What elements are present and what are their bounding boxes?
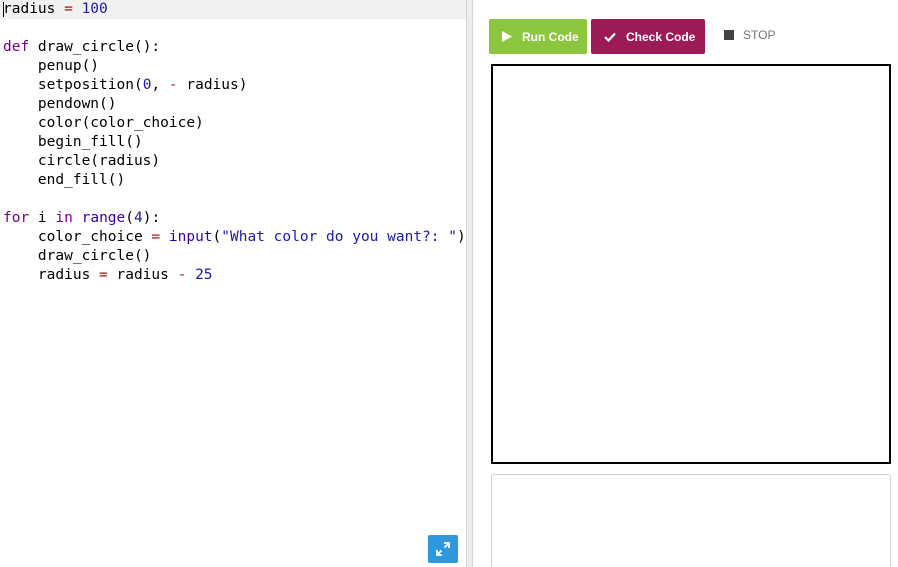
code-area[interactable]: radius = 100 def draw_circle(): penup() … (0, 0, 466, 285)
code-line[interactable] (0, 190, 466, 209)
code-line[interactable]: def draw_circle(): (0, 38, 466, 57)
run-code-button[interactable]: Run Code (489, 19, 587, 54)
stop-button[interactable]: STOP (724, 28, 775, 42)
code-token: begin_fill() (3, 134, 143, 150)
expand-editor-button[interactable] (428, 535, 458, 563)
checkmark-icon (604, 32, 616, 42)
code-line[interactable]: for i in range(4): (0, 209, 466, 228)
output-panel: Run Code Check Code STOP (474, 0, 898, 567)
code-token: ): (142, 210, 161, 226)
app-root: radius = 100 def draw_circle(): penup() … (0, 0, 898, 567)
code-token: 4 (134, 210, 143, 226)
code-editor[interactable]: radius = 100 def draw_circle(): penup() … (0, 0, 466, 567)
code-line[interactable]: draw_circle() (0, 247, 466, 266)
code-line[interactable]: radius = 100 (0, 0, 466, 19)
code-token: range (81, 210, 126, 226)
code-token: - (168, 77, 178, 93)
stop-label: STOP (743, 28, 776, 42)
code-token: 100 (81, 1, 108, 17)
play-icon (502, 31, 512, 42)
code-token: radius (107, 267, 178, 283)
code-line[interactable]: color_choice = input("What color do you … (0, 228, 466, 247)
code-token: circle(radius) (3, 153, 161, 169)
code-token: draw_circle(): (29, 39, 161, 55)
code-token: for (3, 210, 30, 226)
check-code-label: Check Code (626, 29, 696, 44)
expand-arrows-icon (436, 542, 450, 556)
code-line[interactable]: color(color_choice) (0, 114, 466, 133)
code-token: radius) (177, 77, 248, 93)
code-token: radius (3, 1, 65, 17)
run-code-label: Run Code (522, 29, 579, 44)
check-code-button[interactable]: Check Code (591, 19, 705, 54)
code-token: end_fill() (3, 172, 126, 188)
code-token: in (55, 210, 73, 226)
code-token: ) (456, 229, 466, 245)
code-token: = (151, 229, 161, 245)
code-token: i (29, 210, 56, 226)
code-line[interactable]: circle(radius) (0, 152, 466, 171)
stop-icon (724, 30, 734, 40)
code-token: ( (212, 229, 222, 245)
code-token: input (168, 229, 213, 245)
code-line[interactable]: end_fill() (0, 171, 466, 190)
code-token: 25 (195, 267, 213, 283)
code-token: def (3, 39, 30, 55)
text-cursor (3, 2, 4, 17)
code-line[interactable]: setposition(0, - radius) (0, 76, 466, 95)
code-line[interactable]: pendown() (0, 95, 466, 114)
code-token: pendown() (3, 96, 117, 112)
code-token: setposition( (3, 77, 143, 93)
code-token: color(color_choice) (3, 115, 204, 131)
code-line[interactable]: begin_fill() (0, 133, 466, 152)
code-line[interactable]: radius = radius - 25 (0, 266, 466, 285)
code-token: color_choice (3, 229, 152, 245)
code-token: draw_circle() (3, 248, 152, 264)
code-token: radius (3, 267, 100, 283)
code-token: "What color do you want?: " (221, 229, 457, 245)
code-token: , (151, 77, 169, 93)
code-token: penup() (3, 58, 100, 74)
turtle-canvas[interactable] (491, 64, 891, 464)
code-line[interactable]: penup() (0, 57, 466, 76)
code-token: = (99, 267, 108, 283)
console-output[interactable] (491, 474, 891, 567)
pane-resize-divider[interactable] (466, 0, 473, 567)
code-token: ( (125, 210, 134, 226)
code-line[interactable] (0, 19, 466, 38)
code-token: = (64, 1, 73, 17)
